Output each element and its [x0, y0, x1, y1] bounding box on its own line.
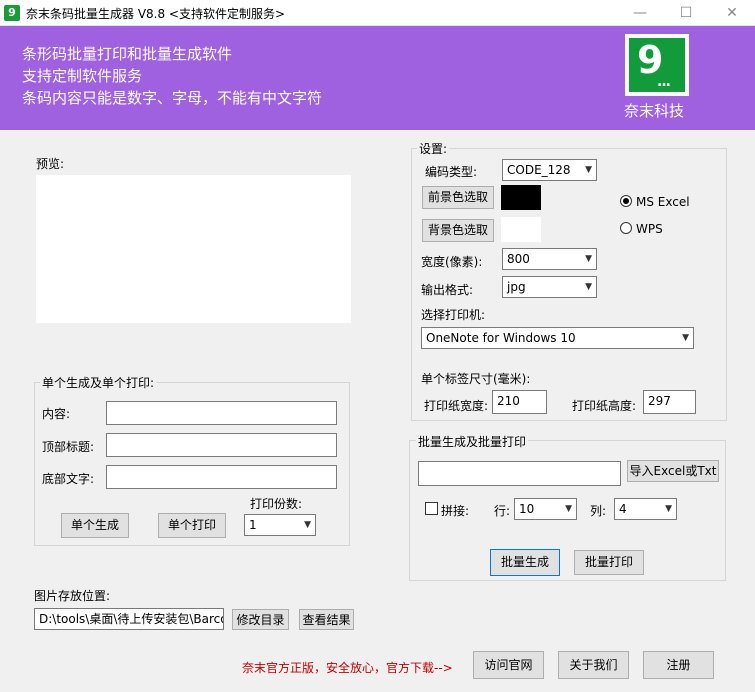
row-label: 行: — [494, 504, 511, 518]
copies-value: 1 — [249, 518, 257, 532]
row-select[interactable]: 10 ▼ — [514, 498, 577, 520]
paper-height-label: 打印纸高度: — [572, 399, 637, 413]
label-size-label: 单个标签尺寸(毫米): — [421, 372, 531, 386]
minimize-button[interactable]: — — [617, 0, 663, 26]
maximize-button[interactable]: ☐ — [663, 0, 709, 26]
chevron-down-icon: ▼ — [304, 520, 311, 530]
encoding-label: 编码类型: — [425, 165, 478, 179]
wps-radio-label: WPS — [636, 222, 663, 236]
official-notice: 奈末官方正版，安全放心，官方下载--> — [242, 661, 453, 675]
copies-select[interactable]: 1 ▼ — [244, 514, 316, 536]
format-select[interactable]: jpg ▼ — [502, 276, 597, 298]
chevron-down-icon: ▼ — [665, 504, 672, 514]
close-button[interactable]: ✕ — [709, 0, 755, 26]
view-result-button[interactable]: 查看结果 — [299, 609, 354, 630]
fg-color-button[interactable]: 前景色选取 — [422, 186, 494, 209]
save-location-label: 图片存放位置: — [34, 589, 111, 603]
col-select[interactable]: 4 ▼ — [614, 498, 677, 520]
batch-generate-button[interactable]: 批量生成 — [490, 549, 560, 576]
single-generate-button[interactable]: 单个生成 — [61, 513, 129, 538]
banner-line-2: 支持定制软件服务 — [22, 67, 143, 85]
banner-line-3: 条码内容只能是数字、字母，不能有中文字符 — [22, 89, 323, 107]
bottom-text-input[interactable] — [106, 465, 337, 489]
width-select[interactable]: 800 ▼ — [502, 248, 597, 270]
chevron-down-icon: ▼ — [585, 282, 592, 292]
paper-width-input[interactable]: 210 — [492, 390, 547, 414]
single-print-button[interactable]: 单个打印 — [158, 513, 226, 538]
window-title: 奈末条码批量生成器 V8.8 <支持软件定制服务> — [26, 7, 286, 21]
col-value: 4 — [619, 502, 627, 516]
encoding-value: CODE_128 — [507, 163, 571, 177]
content-input[interactable] — [106, 401, 337, 425]
register-button[interactable]: 注册 — [643, 651, 714, 679]
paper-height-input[interactable]: 297 — [643, 390, 696, 414]
paper-width-label: 打印纸宽度: — [424, 399, 489, 413]
about-us-button[interactable]: 关于我们 — [558, 651, 629, 679]
app-icon: 9 — [4, 5, 20, 21]
preview-label: 预览: — [36, 157, 65, 171]
excel-radio-label: MS Excel — [636, 195, 690, 209]
company-name: 奈末科技 — [624, 102, 685, 120]
row-value: 10 — [519, 502, 535, 516]
bottom-text-label: 底部文字: — [42, 472, 95, 486]
logo-dots: ... — [657, 74, 671, 90]
save-path-input[interactable]: D:\tools\桌面\待上传安装包\Barco — [34, 608, 224, 630]
bg-color-swatch — [501, 217, 541, 242]
width-value: 800 — [507, 252, 530, 266]
fg-color-swatch — [501, 185, 541, 210]
format-value: jpg — [507, 280, 526, 294]
format-label: 输出格式: — [421, 283, 474, 297]
chevron-down-icon: ▼ — [682, 333, 689, 343]
preview-area — [36, 175, 351, 323]
excel-radio[interactable] — [620, 195, 632, 207]
batch-group-title: 批量生成及批量打印 — [416, 433, 529, 450]
chevron-down-icon: ▼ — [585, 254, 592, 264]
printer-select[interactable]: OneNote for Windows 10 ▼ — [421, 327, 694, 349]
chevron-down-icon: ▼ — [565, 504, 572, 514]
copies-label: 打印份数: — [250, 497, 303, 511]
batch-print-button[interactable]: 批量打印 — [574, 550, 644, 575]
content-label: 内容: — [42, 407, 71, 421]
visit-website-button[interactable]: 访问官网 — [473, 651, 544, 679]
chevron-down-icon: ▼ — [585, 165, 592, 175]
top-title-input[interactable] — [106, 433, 337, 457]
change-dir-button[interactable]: 修改目录 — [232, 609, 289, 630]
printer-value: OneNote for Windows 10 — [426, 331, 576, 345]
join-label: 拼接: — [441, 504, 470, 518]
import-button[interactable]: 导入Excel或Txt — [627, 460, 719, 482]
company-logo: 9 ... — [625, 34, 689, 96]
batch-file-input[interactable] — [418, 461, 621, 486]
encoding-select[interactable]: CODE_128 ▼ — [502, 159, 597, 181]
width-label: 宽度(像素): — [421, 255, 483, 269]
title-bar: 9 奈末条码批量生成器 V8.8 <支持软件定制服务> — ☐ ✕ — [0, 0, 755, 26]
col-label: 列: — [590, 504, 607, 518]
single-group-title: 单个生成及单个打印: — [40, 374, 157, 391]
join-checkbox[interactable] — [425, 502, 438, 515]
wps-radio[interactable] — [620, 222, 632, 234]
printer-label: 选择打印机: — [421, 308, 486, 322]
bg-color-button[interactable]: 背景色选取 — [422, 219, 494, 242]
banner-line-1: 条形码批量打印和批量生成软件 — [22, 45, 233, 63]
settings-group-title: 设置: — [417, 140, 450, 157]
top-title-label: 顶部标题: — [42, 440, 95, 454]
